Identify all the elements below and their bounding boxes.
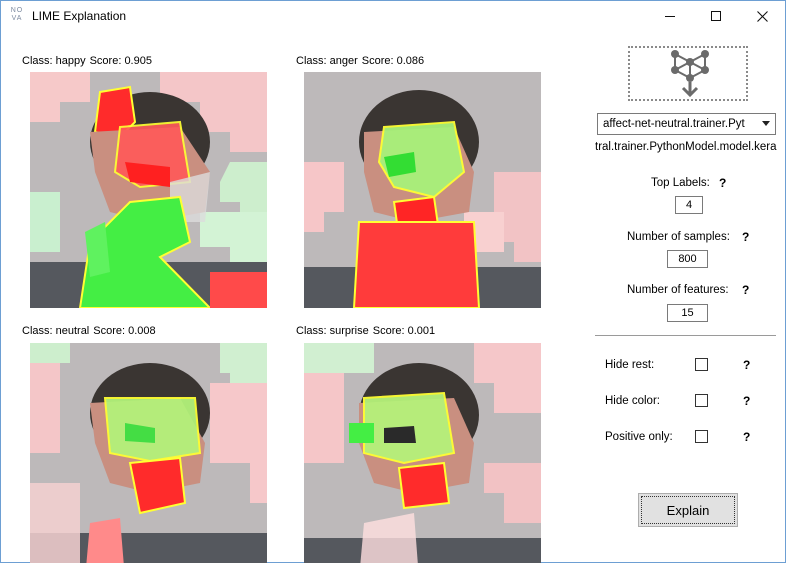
hide-color-help-icon[interactable]: ? — [743, 394, 750, 408]
class-label: Class: neutral — [22, 325, 90, 337]
minimize-icon — [665, 15, 675, 17]
model-select-value: affect-net-neutral.trainer.Pyt — [603, 118, 745, 130]
score-label: Score: 0.905 — [89, 55, 152, 67]
class-label: Class: anger — [296, 55, 358, 67]
num-features-input[interactable]: 15 — [667, 304, 708, 322]
num-features-label: Number of features: — [627, 284, 729, 296]
close-button[interactable] — [739, 1, 785, 31]
top-labels-input[interactable]: 4 — [675, 196, 703, 214]
num-samples-help-icon[interactable]: ? — [742, 230, 749, 244]
top-labels-help-icon[interactable]: ? — [719, 176, 726, 190]
hide-rest-help-icon[interactable]: ? — [743, 358, 750, 372]
positive-only-help-icon[interactable]: ? — [743, 430, 750, 444]
model-select[interactable]: affect-net-neutral.trainer.Pyt — [597, 113, 776, 135]
score-label: Score: 0.086 — [361, 55, 425, 67]
num-features-help-icon[interactable]: ? — [742, 283, 749, 297]
lime-image-surprise — [304, 343, 541, 563]
num-samples-input[interactable]: 800 — [667, 250, 708, 268]
lime-image-anger — [304, 72, 541, 308]
panel-surprise-label: Class: surprise Score: 0.001 — [296, 325, 435, 337]
panel-happy-label: Class: happy Score: 0.905 — [22, 55, 152, 67]
class-label: Class: happy — [22, 55, 86, 67]
panel-anger-label: Class: anger Score: 0.086 — [296, 55, 424, 67]
maximize-button[interactable] — [693, 1, 739, 31]
hide-rest-checkbox[interactable] — [695, 358, 708, 371]
neural-network-download-icon — [671, 50, 709, 98]
positive-only-label: Positive only: — [605, 431, 673, 443]
explain-button[interactable]: Explain — [638, 493, 738, 527]
window-title: LIME Explanation — [32, 9, 127, 23]
score-label: Score: 0.008 — [93, 325, 156, 337]
title-bar: NO VA LIME Explanation — [1, 1, 785, 31]
panel-neutral-label: Class: neutral Score: 0.008 — [22, 325, 156, 337]
lime-explanation-window: NO VA LIME Explanation Class: happy Score… — [0, 0, 786, 563]
hide-color-label: Hide color: — [605, 395, 660, 407]
maximize-icon — [711, 11, 721, 21]
model-drop-zone[interactable] — [628, 46, 748, 101]
num-samples-label: Number of samples: — [627, 231, 730, 243]
divider — [595, 335, 776, 336]
dropdown-arrow-icon — [762, 121, 770, 126]
lime-image-happy — [30, 72, 267, 308]
hide-color-checkbox[interactable] — [695, 394, 708, 407]
class-label: Class: surprise — [296, 325, 369, 337]
score-label: Score: 0.001 — [372, 325, 436, 337]
minimize-button[interactable] — [647, 1, 693, 31]
positive-only-checkbox[interactable] — [695, 430, 708, 443]
hide-rest-label: Hide rest: — [605, 359, 655, 371]
model-path-text: tral.trainer.PythonModel.model.kera — [595, 141, 777, 153]
close-icon — [756, 10, 768, 22]
nova-app-icon: NO VA — [10, 7, 24, 22]
lime-image-neutral — [30, 343, 267, 563]
top-labels-label: Top Labels: — [651, 177, 710, 189]
